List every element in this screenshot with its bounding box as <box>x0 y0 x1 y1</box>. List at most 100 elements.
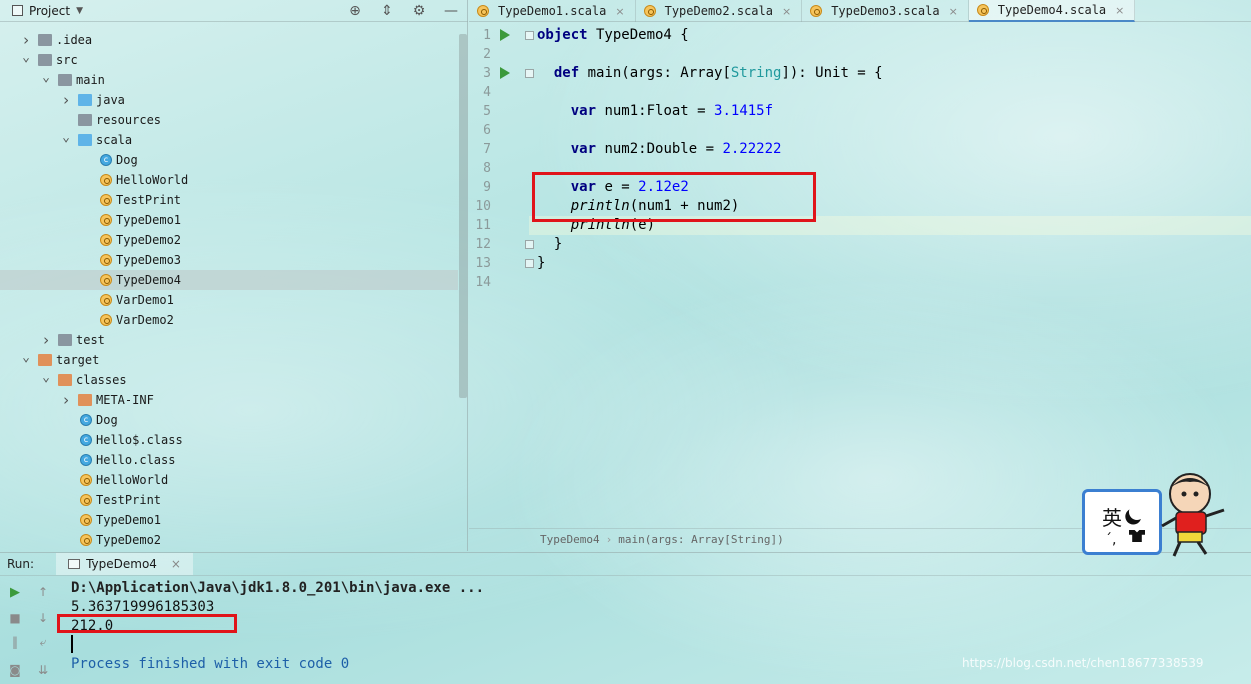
camera-icon[interactable]: ◙ <box>8 663 22 677</box>
breadcrumb-separator: › <box>605 533 613 546</box>
tree-item[interactable]: ›resources <box>0 110 458 130</box>
fold-icon[interactable] <box>525 69 534 78</box>
tree-item[interactable]: ⌄ src <box>0 50 458 70</box>
tree-item[interactable]: ›TypeDemo2 <box>0 230 458 250</box>
stop-icon[interactable]: ■ <box>8 611 22 625</box>
project-title: Project <box>29 3 71 18</box>
chevron-down-icon[interactable]: ⌄ <box>40 70 52 85</box>
tree-item[interactable]: ›TypeDemo1 <box>0 510 458 530</box>
watermark: https://blog.csdn.net/chen18677338539 <box>962 656 1204 670</box>
fold-icon[interactable] <box>525 31 534 40</box>
tree-item-label: Dog <box>116 153 138 167</box>
tree-item[interactable]: ›TestPrint <box>0 190 458 210</box>
collapse-all-icon[interactable]: ⇕ <box>378 2 396 20</box>
tree-item[interactable]: ›TypeDemo1 <box>0 210 458 230</box>
chevron-down-icon[interactable]: ⌄ <box>20 50 32 65</box>
scala-object-icon <box>80 494 92 506</box>
run-gutter-icon[interactable] <box>500 29 510 41</box>
code-highlight-box <box>532 172 816 222</box>
tree-item[interactable]: ›TypeDemo3 <box>0 250 458 270</box>
code-token: TypeDemo4 { <box>587 27 689 43</box>
ime-toolbar[interactable]: 英 ´, <box>1082 489 1162 555</box>
soft-wrap-icon[interactable]: ⤶ <box>36 635 50 649</box>
tree-item[interactable]: ›cHello$.class <box>0 430 458 450</box>
scala-object-icon <box>477 5 489 17</box>
arrow-down-icon[interactable]: ↓ <box>36 611 50 625</box>
close-icon[interactable]: × <box>782 5 791 18</box>
chevron-down-icon: ▼ <box>76 5 83 16</box>
tree-item-label: TypeDemo2 <box>116 233 182 247</box>
breadcrumb-object[interactable]: TypeDemo4 <box>540 533 600 546</box>
run-toolbar: ▶ ■ ‖ ◙ ↑ ↓ ⤶ ⇊ <box>0 577 56 684</box>
pause-icon[interactable]: ‖ <box>8 635 22 649</box>
close-icon[interactable]: × <box>1115 4 1124 17</box>
editor-tab[interactable]: TypeDemo3.scala × <box>802 0 969 22</box>
tree-item[interactable]: ⌄ main <box>0 70 458 90</box>
run-gutter-icon[interactable] <box>500 67 510 79</box>
code-line: object TypeDemo4 { <box>537 26 689 45</box>
close-icon[interactable]: × <box>949 5 958 18</box>
rerun-icon[interactable]: ▶ <box>8 585 22 600</box>
tree-item[interactable]: ›TestPrint <box>0 490 458 510</box>
tree-item[interactable]: ›HelloWorld <box>0 470 458 490</box>
chevron-right-icon[interactable]: › <box>60 391 72 409</box>
editor-tab[interactable]: TypeDemo4.scala × <box>968 0 1136 22</box>
line-number: 12 <box>475 237 491 252</box>
scala-object-icon <box>100 294 112 306</box>
tree-item[interactable]: ›cDog <box>0 410 458 430</box>
line-number: 4 <box>483 85 491 100</box>
chevron-down-icon[interactable]: ⌄ <box>40 370 52 385</box>
editor-tab-label: TypeDemo4.scala <box>997 3 1107 17</box>
chevron-right-icon[interactable]: › <box>60 91 72 109</box>
editor-tab[interactable]: TypeDemo2.scala × <box>636 0 803 22</box>
editor-tab[interactable]: TypeDemo1.scala × <box>469 0 636 22</box>
class-icon: c <box>80 434 92 446</box>
tree-item[interactable]: ›cDog <box>0 150 458 170</box>
project-view-selector[interactable]: Project ▼ <box>12 4 83 18</box>
fold-icon[interactable] <box>525 240 534 249</box>
line-number: 11 <box>475 218 491 233</box>
close-icon[interactable]: × <box>615 5 624 18</box>
scala-object-icon <box>100 254 112 266</box>
tree-item[interactable]: › META-INF <box>0 390 458 410</box>
scroll-to-end-icon[interactable]: ⇊ <box>36 663 50 677</box>
close-icon[interactable]: × <box>171 557 181 571</box>
tree-item-label: TypeDemo4 <box>116 273 182 287</box>
ime-language-label[interactable]: 英 <box>1102 502 1122 531</box>
class-icon: c <box>100 154 112 166</box>
tree-item[interactable]: ⌄ classes <box>0 370 458 390</box>
tree-scrollbar[interactable] <box>459 34 467 398</box>
skin-icon[interactable] <box>1129 530 1145 542</box>
tree-item[interactable]: ›VarDemo2 <box>0 310 458 330</box>
tree-item[interactable]: › test <box>0 330 458 350</box>
tree-item[interactable]: › .idea <box>0 30 458 50</box>
class-icon: c <box>80 454 92 466</box>
tree-item[interactable]: ›TypeDemo4 <box>0 270 458 290</box>
gear-icon[interactable]: ⚙ <box>410 2 428 20</box>
tree-item[interactable]: ›cHello.class <box>0 450 458 470</box>
hide-panel-icon[interactable]: — <box>442 2 460 20</box>
run-label: Run: <box>7 557 35 571</box>
chevron-down-icon[interactable]: ⌄ <box>60 130 72 145</box>
fold-icon[interactable] <box>525 259 534 268</box>
tree-item[interactable]: ›TypeDemo2 <box>0 530 458 550</box>
ime-punctuation-label[interactable]: ´, <box>1105 532 1116 548</box>
arrow-up-icon[interactable]: ↑ <box>36 585 50 599</box>
line-number: 6 <box>483 123 491 138</box>
tree-item[interactable]: ›HelloWorld <box>0 170 458 190</box>
chevron-right-icon[interactable]: › <box>20 31 32 49</box>
breadcrumb-method[interactable]: main(args: Array[String]) <box>618 533 784 546</box>
code-token: } <box>553 236 563 252</box>
code-line: } <box>537 235 562 254</box>
run-tab-typedemo4[interactable]: TypeDemo4 × <box>56 553 193 575</box>
console-line: Process finished with exit code 0 <box>71 656 350 672</box>
tree-item[interactable]: › java <box>0 90 458 110</box>
folder-icon <box>78 394 92 406</box>
chevron-down-icon[interactable]: ⌄ <box>20 350 32 365</box>
chevron-right-icon[interactable]: › <box>40 331 52 349</box>
tree-item[interactable]: ⌄ target <box>0 350 458 370</box>
tree-item[interactable]: ⌄ scala <box>0 130 458 150</box>
tree-item[interactable]: ›VarDemo1 <box>0 290 458 310</box>
moon-icon[interactable] <box>1127 502 1148 523</box>
locate-target-icon[interactable]: ⊕ <box>346 2 364 20</box>
